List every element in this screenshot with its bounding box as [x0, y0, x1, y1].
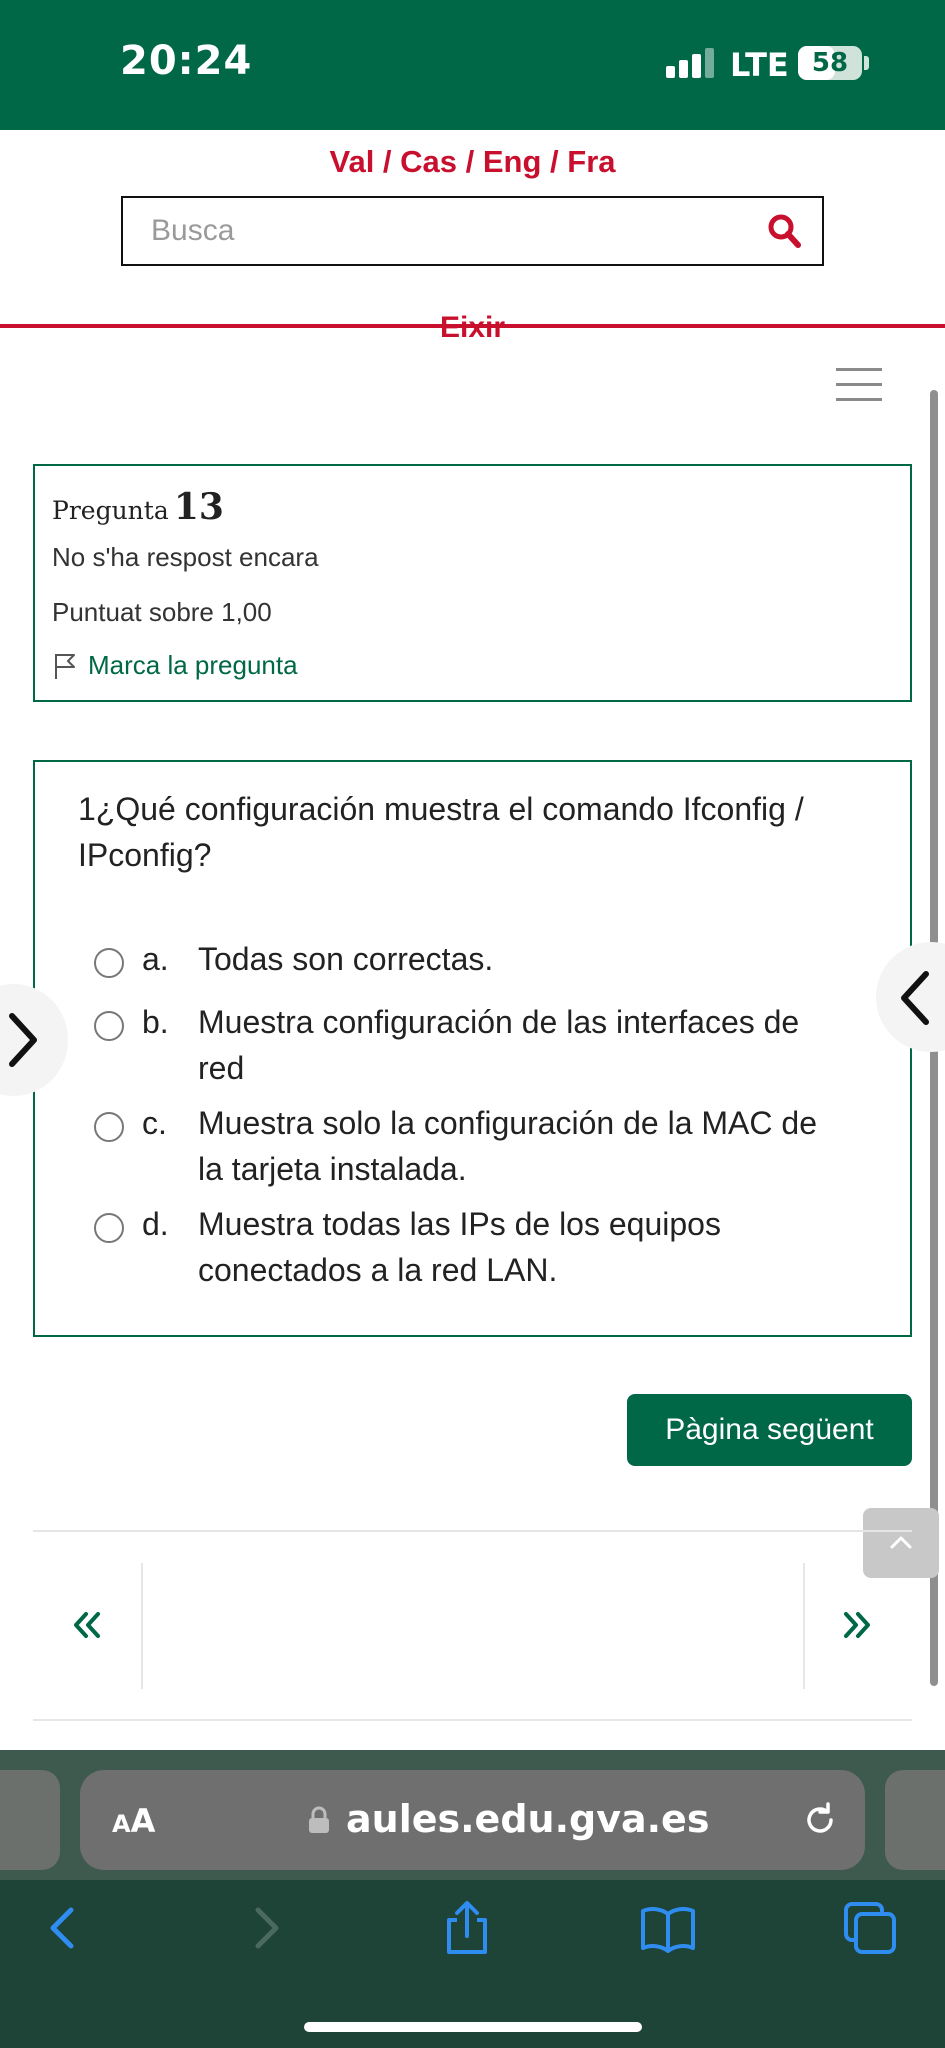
browser-chrome: AA aules.edu.gva.es [0, 1750, 945, 2048]
question-number: 13 [173, 486, 224, 528]
radio-a[interactable] [94, 948, 124, 978]
divider-top [33, 1530, 912, 1532]
status-bar: 20:24 LTE 58 [0, 0, 945, 130]
battery-level: 58 [811, 48, 849, 78]
battery-cap [864, 56, 869, 70]
url-text: aules.edu.gva.es [346, 1797, 710, 1841]
aa-big: A [130, 1802, 156, 1840]
option-text: Muestra todas las IPs de los equipos con… [198, 1206, 721, 1288]
option-letter: b. [142, 1004, 169, 1040]
bookmarks-icon[interactable] [638, 1898, 698, 1958]
question-heading: Pregunta 13 [52, 486, 224, 528]
reader-settings-button[interactable]: AA [112, 1802, 155, 1840]
option-letter: d. [142, 1206, 169, 1242]
option-text: Muestra configuración de las interfaces … [198, 1004, 800, 1086]
flag-question-label: Marca la pregunta [88, 650, 298, 680]
back-to-top-button[interactable] [863, 1508, 939, 1578]
option-text: Muestra solo la configuración de la MAC … [198, 1105, 817, 1187]
tabs-icon[interactable] [840, 1898, 900, 1958]
back-icon[interactable] [33, 1898, 93, 1958]
signal-icon [666, 48, 714, 78]
hamburger-menu-icon[interactable] [836, 366, 882, 402]
radio-b[interactable] [94, 1011, 124, 1041]
home-indicator[interactable] [304, 2022, 642, 2032]
question-card: 1¿Qué configuración muestra el comando I… [33, 760, 912, 1337]
network-type: LTE [730, 46, 789, 84]
battery-icon: 58 [798, 46, 862, 80]
previous-activity-icon[interactable] [70, 1608, 104, 1642]
radio-c[interactable] [94, 1112, 124, 1142]
radio-d[interactable] [94, 1213, 124, 1243]
address-bar[interactable]: AA aules.edu.gva.es [80, 1770, 865, 1870]
chevron-right-icon [9, 1013, 37, 1067]
search-icon[interactable] [766, 212, 802, 250]
divider-right [803, 1563, 805, 1689]
chevron-up-icon [890, 1536, 912, 1549]
language-selector[interactable]: Val / Cas / Eng / Fra [0, 144, 945, 180]
aa-small: A [112, 1810, 131, 1838]
grade-info: Puntuat sobre 1,00 [52, 597, 272, 627]
search-input[interactable] [151, 208, 731, 254]
question-info-card: Pregunta 13 No s'ha respost encara Puntu… [33, 464, 912, 702]
reload-icon[interactable] [800, 1800, 840, 1840]
status-time: 20:24 [120, 38, 253, 84]
share-icon[interactable] [437, 1898, 497, 1958]
exit-link[interactable]: Eixir [0, 311, 945, 345]
forward-icon [255, 1907, 279, 1949]
divider-bottom [33, 1719, 912, 1721]
answer-status: No s'ha respost encara [52, 542, 319, 572]
flag-question-link[interactable]: Marca la pregunta [52, 650, 298, 681]
option-letter: c. [142, 1105, 167, 1141]
option-text: Todas son correctas. [198, 941, 494, 977]
option-letter: a. [142, 941, 169, 977]
address-area: AA aules.edu.gva.es [0, 1750, 945, 1880]
question-text: 1¿Qué configuración muestra el comando I… [78, 791, 804, 873]
next-tab-preview[interactable] [885, 1770, 945, 1870]
next-activity-icon[interactable] [840, 1608, 874, 1642]
previous-tab-preview[interactable] [0, 1770, 60, 1870]
lock-icon [309, 1806, 329, 1833]
chevron-left-icon [901, 971, 929, 1025]
question-word: Pregunta [52, 496, 169, 525]
next-page-button[interactable]: Pàgina següent [627, 1394, 912, 1466]
divider-left [141, 1563, 143, 1689]
flag-icon [55, 653, 75, 679]
search-box [121, 196, 824, 266]
